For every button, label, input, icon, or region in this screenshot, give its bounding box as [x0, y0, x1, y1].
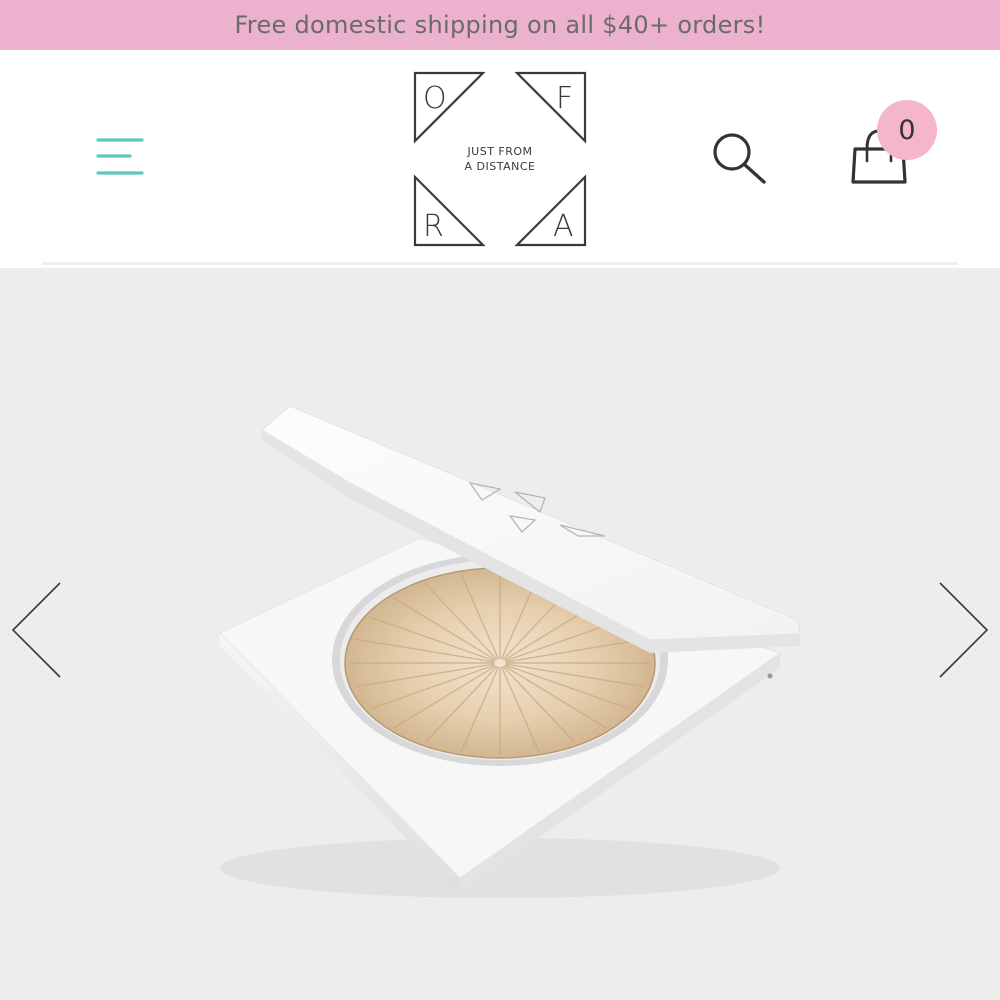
logo-tagline-line2: A DISTANCE [464, 160, 536, 173]
chevron-left-icon [11, 582, 61, 678]
search-icon [713, 133, 766, 184]
next-image-button[interactable] [934, 578, 994, 688]
logo-letter-r: R [423, 209, 444, 244]
logo-letter-a: A [553, 209, 574, 244]
product-gallery [0, 268, 1000, 1000]
search-button[interactable] [708, 128, 772, 188]
logo-tagline-line1: JUST FROM [467, 145, 533, 158]
hamburger-menu-icon [96, 138, 144, 175]
chevron-right-icon [939, 582, 989, 678]
cart-count-badge: 0 [877, 100, 937, 160]
promo-banner: Free domestic shipping on all $40+ order… [0, 0, 1000, 50]
logo-letter-o: O [423, 81, 447, 116]
menu-button[interactable] [92, 132, 150, 182]
logo-letter-f: F [556, 81, 573, 116]
product-image [219, 405, 801, 898]
header-divider [42, 262, 958, 265]
promo-banner-text: Free domestic shipping on all $40+ order… [234, 11, 766, 39]
previous-image-button[interactable] [8, 578, 68, 688]
